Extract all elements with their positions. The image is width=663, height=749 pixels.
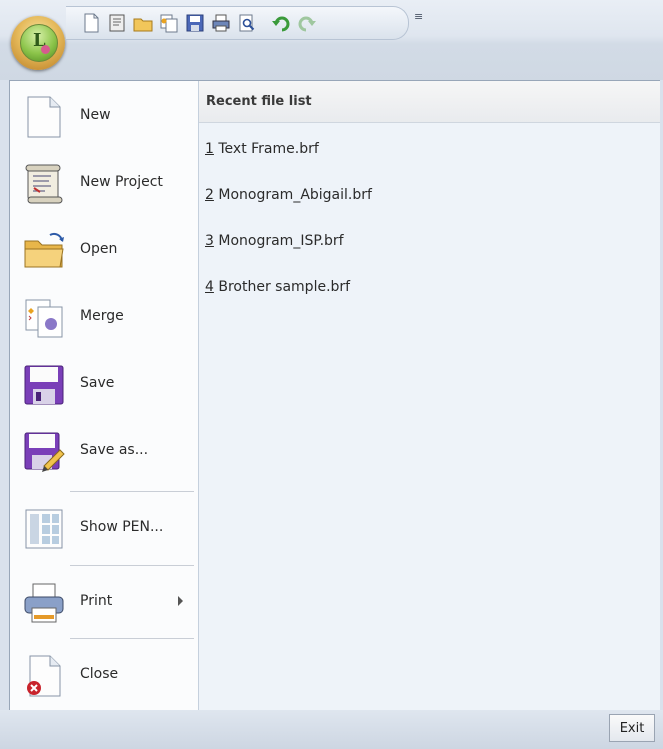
application-button[interactable]: L (11, 16, 65, 70)
menu-separator (70, 565, 194, 566)
recent-files-header: Recent file list (199, 81, 660, 123)
floppy-disk-icon (22, 363, 66, 407)
recent-files-panel: Recent file list 1 Text Frame.brf 2 Mono… (198, 81, 660, 710)
open-folder-icon (22, 229, 66, 273)
recent-file-item[interactable]: 4 Brother sample.brf (205, 279, 350, 295)
menu-item-label: Save (80, 375, 115, 391)
menu-item-new-project[interactable]: New Project (10, 153, 198, 215)
menu-item-label: Show PEN... (80, 519, 164, 535)
recent-files-title: Recent file list (206, 94, 312, 109)
menu-item-new[interactable]: New (10, 86, 198, 148)
save-as-icon (22, 430, 66, 474)
title-bar: L ≡ (0, 0, 663, 80)
qat-save-icon[interactable] (184, 12, 206, 34)
merge-icon (22, 296, 66, 340)
menu-item-save-as[interactable]: Save as... (10, 421, 198, 483)
qat-redo-icon[interactable] (296, 12, 318, 34)
printer-icon (22, 581, 66, 625)
menu-item-print[interactable]: Print (10, 572, 198, 634)
menu-commands: New New Project Open Merge Save Save as.… (10, 81, 198, 710)
qat-print-preview-icon[interactable] (236, 12, 258, 34)
scroll-project-icon (22, 162, 66, 206)
menu-item-show-pen[interactable]: Show PEN... (10, 498, 198, 560)
menu-item-label: Close (80, 666, 119, 682)
exit-button[interactable]: Exit (609, 714, 655, 742)
application-menu: New New Project Open Merge Save Save as.… (9, 80, 660, 711)
qat-open-icon[interactable] (132, 12, 154, 34)
menu-item-label: Open (80, 241, 118, 257)
menu-item-label: Print (80, 593, 113, 609)
menu-separator (70, 638, 194, 639)
recent-file-item[interactable]: 3 Monogram_ISP.brf (205, 233, 344, 249)
app-logo-icon: L (20, 24, 58, 62)
qat-undo-icon[interactable] (270, 12, 292, 34)
menu-footer (0, 710, 663, 749)
recent-file-item[interactable]: 1 Text Frame.brf (205, 141, 319, 157)
quick-access-toolbar (66, 6, 409, 40)
menu-item-label: New Project (80, 174, 163, 190)
qat-project-icon[interactable] (106, 12, 128, 34)
menu-item-label: New (80, 107, 111, 123)
qat-customize-icon[interactable]: ≡ (414, 10, 423, 23)
qat-new-icon[interactable] (80, 12, 102, 34)
qat-print-icon[interactable] (210, 12, 232, 34)
menu-item-label: Merge (80, 308, 124, 324)
submenu-arrow-icon (178, 596, 183, 606)
close-document-icon (22, 654, 66, 698)
menu-item-open[interactable]: Open (10, 220, 198, 282)
recent-file-item[interactable]: 2 Monogram_Abigail.brf (205, 187, 372, 203)
menu-separator (70, 491, 194, 492)
show-pen-grid-icon (22, 507, 66, 551)
qat-merge-icon[interactable] (158, 12, 180, 34)
menu-item-label: Save as... (80, 442, 149, 458)
new-document-icon (22, 95, 66, 139)
menu-item-save[interactable]: Save (10, 354, 198, 416)
menu-item-close[interactable]: Close (10, 645, 198, 707)
menu-item-merge[interactable]: Merge (10, 287, 198, 349)
